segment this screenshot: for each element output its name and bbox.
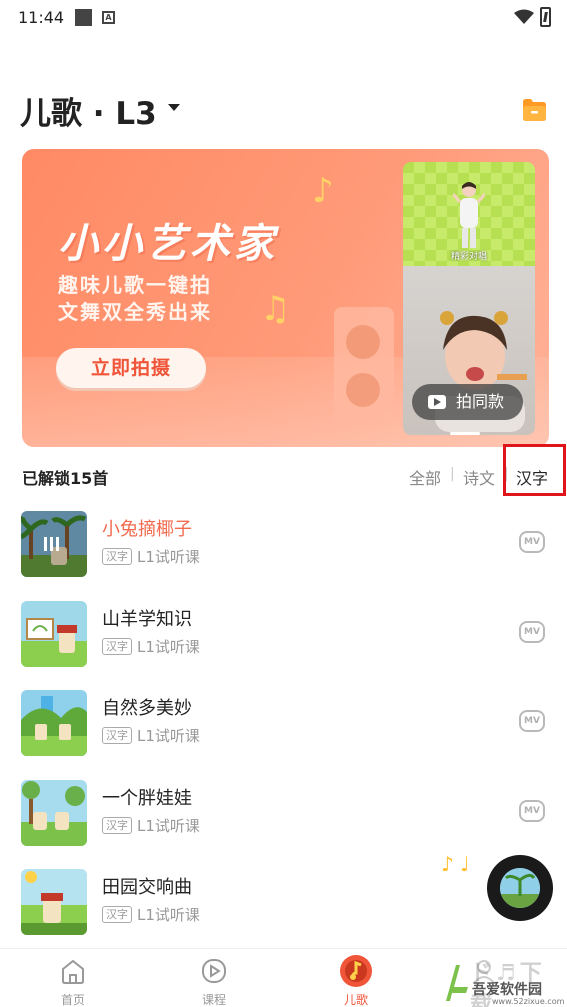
record-cover: [500, 868, 540, 908]
music-disc-icon: [340, 955, 372, 987]
song-level: L1试听课: [137, 638, 200, 656]
notification-icon: [75, 9, 92, 26]
highlight-box: [503, 444, 566, 496]
music-note-icon: ♫: [260, 289, 291, 329]
song-level: L1试听课: [137, 548, 200, 566]
song-title: 田园交响曲: [102, 877, 192, 898]
video-play-icon: [428, 395, 446, 409]
page-title[interactable]: 儿歌 · L3: [20, 88, 157, 133]
battery-icon: [540, 7, 551, 27]
video-caption: 精彩对唱: [450, 252, 487, 262]
song-thumbnail: [21, 690, 87, 756]
nav-course[interactable]: 课程: [174, 949, 254, 1007]
song-tag: 汉字: [102, 548, 132, 565]
music-note-icon: ♪: [312, 171, 334, 211]
song-title: 自然多美妙: [102, 698, 192, 719]
demo-video-thumbnail[interactable]: 精彩对唱: [403, 162, 535, 266]
song-level: L1试听课: [137, 817, 200, 835]
status-bar: 11:44 A: [0, 0, 567, 36]
speaker-illustration: [334, 307, 394, 427]
filter-divider: |: [450, 466, 455, 482]
folder-icon[interactable]: [521, 97, 548, 122]
shoot-now-button[interactable]: 立即拍摄: [56, 348, 206, 388]
song-tag: 汉字: [102, 727, 132, 744]
watermark-logo-icon: [446, 965, 468, 1001]
nav-label: 课程: [201, 993, 226, 1007]
song-level: L1试听课: [137, 727, 200, 745]
shoot-same-label: 拍同款: [456, 392, 505, 411]
song-item[interactable]: 田园交响曲 汉字 L1试听课: [0, 869, 567, 949]
song-level: L1试听课: [137, 906, 200, 924]
wifi-icon: [514, 9, 534, 24]
watermark-url: www.52zixue.com: [492, 997, 565, 1006]
teacher-figure: [453, 182, 485, 248]
now-playing-record[interactable]: [487, 855, 553, 921]
song-item[interactable]: 一个胖娃娃 汉字 L1试听课 MV: [0, 780, 567, 860]
mv-icon[interactable]: MV: [519, 621, 545, 643]
site-watermark: ド♬下载 吾爱软件园 www.52zixue.com: [440, 955, 567, 1007]
status-time: 11:44: [18, 8, 65, 27]
shoot-same-button[interactable]: 拍同款: [412, 384, 523, 420]
playing-bars-icon: [44, 537, 64, 551]
unlocked-count: 已解锁15首: [22, 469, 109, 488]
song-title: 一个胖娃娃: [102, 788, 192, 809]
song-thumbnail: [21, 780, 87, 846]
nav-song[interactable]: 儿歌: [316, 949, 396, 1007]
song-title: 山羊学知识: [102, 609, 192, 630]
caret-down-icon[interactable]: [168, 104, 180, 111]
song-thumbnail: [21, 601, 87, 667]
banner-subtitle: 文舞双全秀出来: [58, 300, 212, 324]
filter-poem[interactable]: 诗文: [463, 465, 495, 489]
song-tag: 汉字: [102, 638, 132, 655]
banner-title: 小小艺术家: [58, 221, 278, 267]
home-icon: [62, 959, 84, 984]
song-title: 小兔摘椰子: [102, 519, 192, 540]
mv-icon[interactable]: MV: [519, 531, 545, 553]
play-circle-icon: [202, 959, 226, 983]
nav-home[interactable]: 首页: [33, 949, 113, 1007]
mv-icon[interactable]: MV: [519, 800, 545, 822]
banner-subtitle: 趣味儿歌一键拍: [58, 273, 212, 297]
nav-label: 儿歌: [343, 993, 368, 1007]
song-tag: 汉字: [102, 906, 132, 923]
watermark-text: 吾爱软件园: [472, 982, 542, 998]
song-item[interactable]: 小兔摘椰子 汉字 L1试听课 MV: [0, 511, 567, 591]
promo-banner[interactable]: ♪ ♫ 小小艺术家 趣味儿歌一键拍 文舞双全秀出来 立即拍摄 精彩对唱 拍同款: [22, 149, 549, 447]
floating-notes-icon: ♪ ♩: [441, 852, 470, 876]
filter-all[interactable]: 全部: [409, 465, 441, 489]
nav-label: 首页: [60, 993, 85, 1007]
song-item[interactable]: 自然多美妙 汉字 L1试听课 MV: [0, 690, 567, 770]
song-thumbnail: [21, 869, 87, 935]
song-item[interactable]: 山羊学知识 汉字 L1试听课 MV: [0, 601, 567, 681]
banner-page-indicator: [450, 432, 480, 435]
mv-icon[interactable]: MV: [519, 710, 545, 732]
song-tag: 汉字: [102, 817, 132, 834]
keyboard-a-icon: A: [102, 11, 115, 24]
song-thumbnail: [21, 511, 87, 577]
